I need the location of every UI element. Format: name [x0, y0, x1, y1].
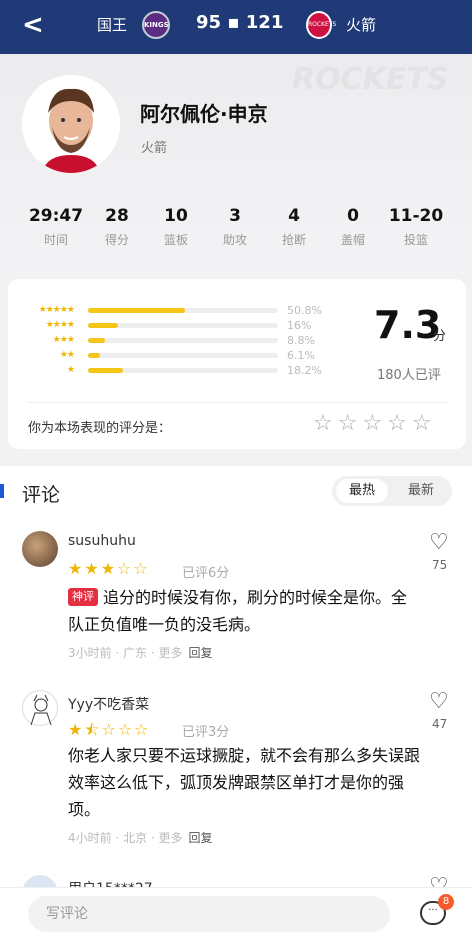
star-icon: ★ — [66, 365, 75, 375]
like-count: 75 — [432, 558, 448, 572]
average-rating: 7.3 — [374, 303, 442, 347]
rating-percent: 50.8% — [287, 304, 322, 317]
rating-bar — [88, 323, 278, 328]
rating-bar — [88, 338, 278, 343]
rating-bar-fill — [88, 308, 185, 313]
comment-text: 神评 追分的时候没有你，刷分的时候全是你。全队正负值唯一负的没毛病。 — [68, 584, 420, 638]
star-icon: ★★★★ — [45, 320, 75, 330]
stat-label: 盖帽 — [340, 233, 365, 247]
stat-label: 投篮 — [403, 233, 428, 247]
comment-time-location[interactable]: 3小时前 · 广东 · 更多 — [68, 646, 183, 660]
rockets-logo: ROCKETS — [306, 11, 336, 39]
reply-link[interactable]: 回复 — [189, 831, 213, 845]
rating-bar-fill — [88, 368, 123, 373]
avatar[interactable] — [22, 690, 58, 726]
stat-minutes: 29:47 时间 — [21, 206, 91, 248]
rating-unit: 分 — [433, 329, 447, 344]
stat-field-goals: 11-20 投篮 — [381, 206, 451, 248]
rater-count: 180人已评 — [377, 368, 441, 383]
rating-bar-fill — [88, 353, 100, 358]
star-row-3: ★★★ — [22, 335, 75, 347]
kings-logo: KINGS — [142, 11, 170, 39]
chevron-left-icon[interactable]: < — [22, 11, 44, 39]
section-accent — [0, 484, 4, 498]
rating-bar — [88, 353, 278, 358]
avatar[interactable] — [22, 531, 58, 567]
user-rated-text: 已评6分 — [182, 566, 230, 581]
divider — [27, 402, 447, 403]
rating-percent: 6.1% — [287, 349, 315, 362]
god-comment-badge: 神评 — [68, 588, 98, 606]
player-avatar — [22, 75, 120, 173]
user-rated-text: 已评3分 — [182, 725, 230, 740]
comments-title: 评论 — [22, 484, 61, 506]
star-icon: ★★★★★ — [38, 305, 75, 315]
stat-label: 时间 — [43, 233, 68, 247]
user-rating-stars: ★★★☆☆ — [68, 559, 150, 578]
star-row-5: ★★★★★ — [22, 305, 75, 317]
comment-body: 追分的时候没有你，刷分的时候全是你。全队正负值唯一负的没毛病。 — [68, 588, 408, 634]
comment-text: 你老人家只要不运球撅腚，就不会有那么多失误跟效率这么低下，弧顶发牌跟禁区单打才是… — [68, 742, 420, 823]
star-icon: ★★★ — [52, 335, 75, 345]
rating-bar-fill — [88, 323, 118, 328]
away-team-name: 火箭 — [346, 16, 377, 34]
stat-value: 29:47 — [28, 206, 84, 226]
rockets-watermark: ROCKETS — [292, 62, 449, 97]
comment-meta: 3小时前 · 广东 · 更多 回复 — [68, 644, 213, 661]
rating-bar-fill — [88, 338, 105, 343]
comment-body: 你老人家只要不运球撅腚，就不会有那么多失误跟效率这么低下，弧顶发牌跟禁区单打才是… — [68, 746, 421, 819]
like-count: 47 — [432, 717, 448, 731]
sort-new-tab[interactable]: 最新 — [398, 479, 444, 503]
game-score: 95 ▪ 121 — [196, 12, 284, 33]
star-icon: ★★ — [59, 350, 75, 360]
rating-percent: 16% — [287, 319, 312, 332]
write-comment-input[interactable]: 写评论 — [28, 896, 390, 932]
player-team: 火箭 — [141, 141, 168, 156]
comment-meta: 4小时前 · 北京 · 更多 回复 — [68, 829, 213, 846]
comment-time-location[interactable]: 4小时前 · 北京 · 更多 — [68, 831, 183, 845]
stat-value: 11-20 — [388, 206, 444, 226]
heart-icon[interactable]: ♡ — [429, 689, 449, 714]
star-row-4: ★★★★ — [22, 320, 75, 332]
comment-count-badge: 8 — [438, 894, 454, 910]
reply-link[interactable]: 回复 — [189, 646, 213, 660]
player-name: 阿尔佩伦·申京 — [140, 102, 268, 126]
rate-stars-input[interactable]: ☆☆☆☆☆ — [313, 411, 437, 436]
star-row-2: ★★ — [22, 350, 75, 362]
rating-percent: 18.2% — [287, 364, 322, 377]
rate-prompt: 你为本场表现的评分是： — [28, 421, 172, 436]
stat-blocks: 0 盖帽 — [318, 206, 388, 248]
home-team-name: 国王 — [97, 16, 128, 34]
sort-hot-tab[interactable]: 最热 — [336, 479, 388, 503]
top-bar: < 国王 KINGS 95 ▪ 121 ROCKETS 火箭 — [0, 0, 472, 54]
comment-username[interactable]: Yyy不吃香菜 — [68, 694, 149, 714]
rating-percent: 8.8% — [287, 334, 315, 347]
rating-bar — [88, 368, 278, 373]
star-row-1: ★ — [22, 365, 75, 377]
rating-bar — [88, 308, 278, 313]
heart-icon[interactable]: ♡ — [429, 530, 449, 555]
comment-username[interactable]: susuhuhu — [68, 533, 136, 549]
stat-value: 0 — [347, 206, 359, 226]
